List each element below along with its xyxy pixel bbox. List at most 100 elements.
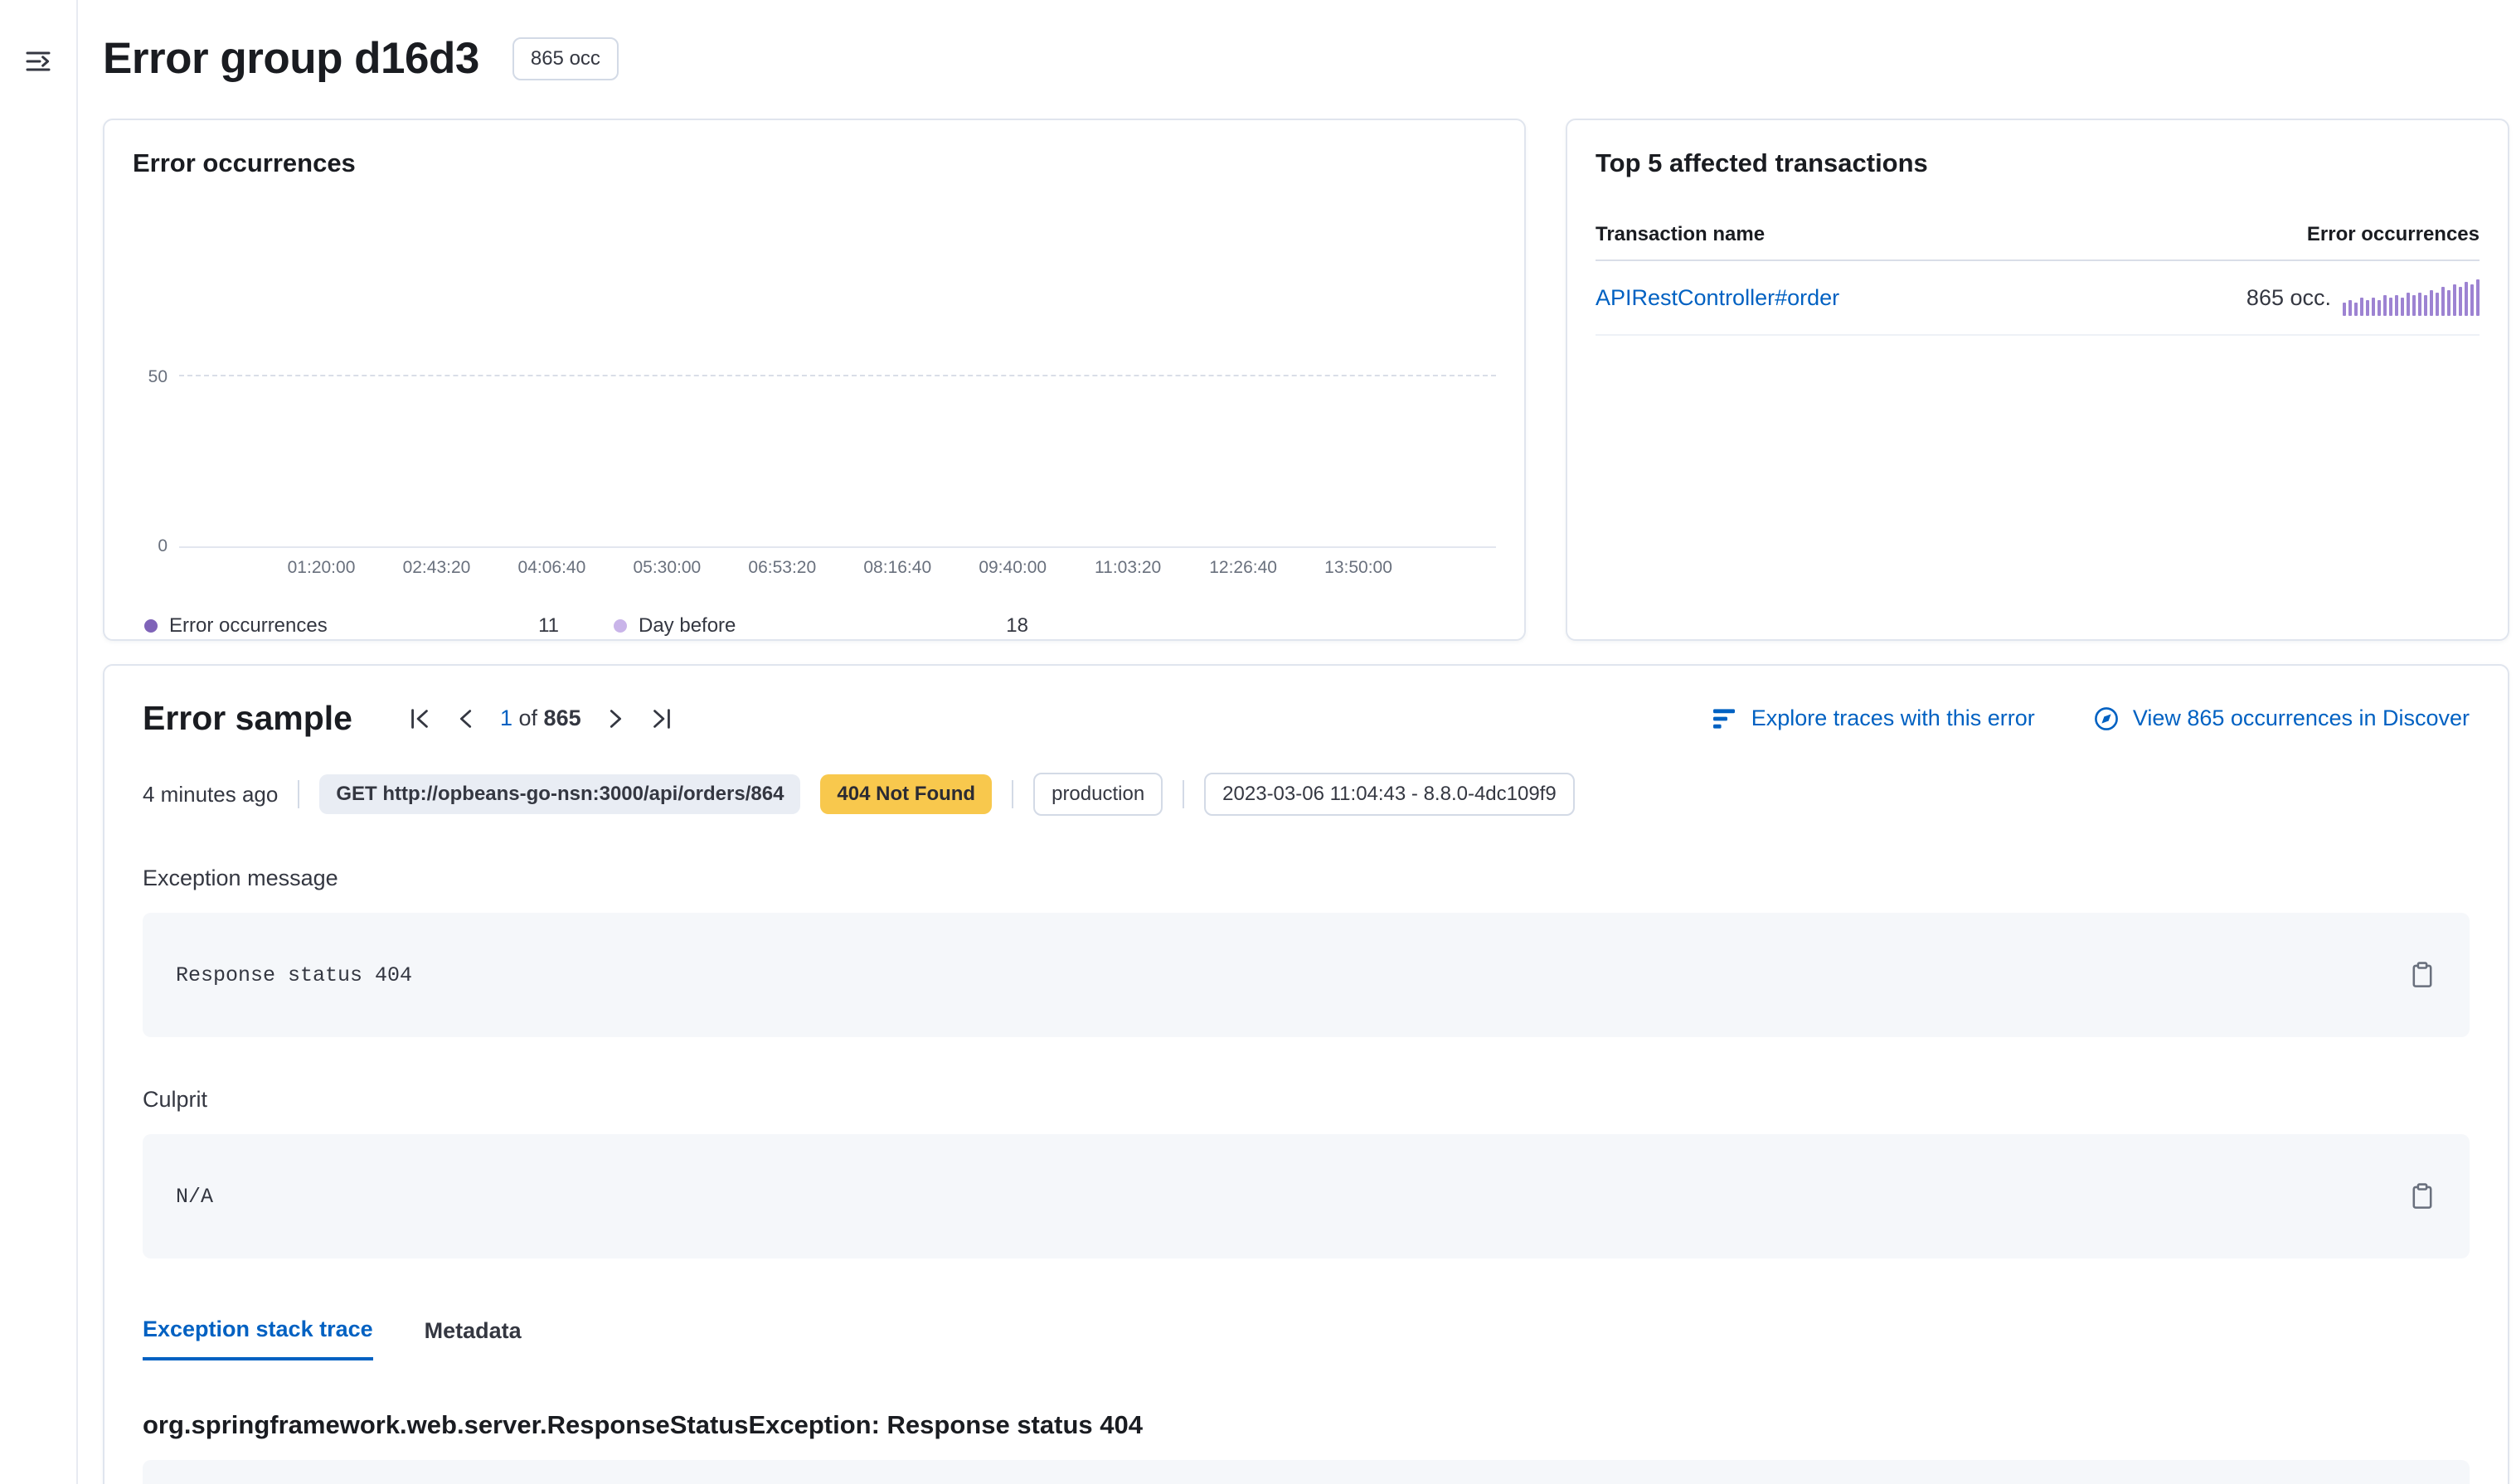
- legend-value: 18: [1006, 614, 1028, 638]
- legend-item-error-occurrences[interactable]: Error occurrences 11: [144, 614, 559, 638]
- copy-culprit-button[interactable]: [2408, 1182, 2436, 1210]
- legend-label: Error occurrences: [169, 614, 538, 638]
- sparkline-bar: [2436, 293, 2439, 316]
- request-method-url-badge: GET http://opbeans-go-nsn:3000/api/order…: [319, 774, 800, 814]
- x-tick-label: 06:53:20: [748, 558, 816, 578]
- last-page-icon: [649, 706, 674, 731]
- sparkline-bar: [2418, 293, 2421, 316]
- exception-message-block: Response status 404: [143, 913, 2470, 1037]
- culprit-label: Culprit: [143, 1087, 2470, 1113]
- sample-actions: Explore traces with this error View 865 …: [1712, 706, 2470, 732]
- meta-divider: [1183, 780, 1184, 808]
- transaction-link[interactable]: APIRestController#order: [1596, 285, 1839, 311]
- page-of-label: of: [519, 706, 538, 730]
- chart-legend: Error occurrences 11 Day before 18: [133, 614, 1496, 638]
- sparkline-bar: [2401, 298, 2404, 316]
- chevron-left-icon: [454, 706, 478, 731]
- x-tick-label: 01:20:00: [288, 558, 356, 578]
- x-tick-label: 13:50:00: [1324, 558, 1392, 578]
- error-occurrences-plot: [179, 206, 1496, 548]
- sparkline-bar: [2470, 284, 2474, 316]
- sparkline-bar: [2447, 290, 2450, 316]
- chart-y-axis: 50 0: [133, 206, 179, 548]
- trace-waterfall-icon: [1712, 706, 1738, 732]
- transactions-table-header: Transaction name Error occurrences: [1596, 211, 2480, 261]
- menu-right-icon: [25, 48, 51, 75]
- expand-menu-button[interactable]: [25, 48, 51, 75]
- chevron-right-icon: [603, 706, 628, 731]
- x-tick-label: 11:03:20: [1095, 558, 1161, 578]
- stack-trace-heading: org.springframework.web.server.ResponseS…: [143, 1410, 2470, 1440]
- sparkline-bar: [2383, 295, 2387, 316]
- compass-icon: [2093, 706, 2120, 732]
- explore-traces-button[interactable]: Explore traces with this error: [1712, 706, 2035, 732]
- current-page-number: 1: [500, 706, 512, 730]
- collapsed-nav-sidebar: [0, 0, 78, 1484]
- x-tick-label: 04:06:40: [518, 558, 586, 578]
- exception-message-label: Exception message: [143, 866, 2470, 891]
- sparkline-bar: [2441, 287, 2445, 316]
- chart-plot-wrap: 01:20:0002:43:2004:06:4005:30:0006:53:20…: [179, 206, 1496, 593]
- first-page-button[interactable]: [407, 706, 432, 731]
- sparkline-bar: [2378, 300, 2381, 316]
- error-sample-panel: Error sample 1 of 865: [103, 664, 2509, 1484]
- x-tick-label: 12:26:40: [1209, 558, 1277, 578]
- sparkline-bar: [2424, 295, 2427, 316]
- sparkline-bar: [2372, 298, 2375, 316]
- legend-dot-error-occurrences: [144, 619, 158, 633]
- meta-divider: [298, 780, 299, 808]
- error-occurrences-title: Error occurrences: [133, 148, 1496, 178]
- sparkline-bar: [2389, 298, 2392, 316]
- sparkline-bar: [2354, 303, 2358, 316]
- column-transaction-name: Transaction name: [1596, 223, 1765, 246]
- time-ago-text: 4 minutes ago: [143, 782, 278, 807]
- view-in-discover-label: View 865 occurrences in Discover: [2133, 706, 2470, 731]
- transaction-occurrences-cell: 865 occ.: [2246, 279, 2480, 316]
- x-tick-label: 08:16:40: [863, 558, 931, 578]
- affected-transactions-title: Top 5 affected transactions: [1596, 148, 2480, 178]
- legend-item-day-before[interactable]: Day before 18: [614, 614, 1028, 638]
- transaction-sparkline: [2343, 279, 2480, 316]
- meta-divider: [1012, 780, 1013, 808]
- main-content: Error group d16d3 865 occ Error occurren…: [80, 0, 2516, 1484]
- legend-value: 11: [538, 614, 559, 638]
- page-title: Error group d16d3: [103, 33, 479, 84]
- previous-page-button[interactable]: [454, 706, 478, 731]
- view-in-discover-button[interactable]: View 865 occurrences in Discover: [2093, 706, 2470, 732]
- error-occurrences-chart: 50 0 01:20:0002:43:2004:06:4005:30:0006:…: [133, 206, 1496, 593]
- column-error-occurrences: Error occurrences: [2307, 223, 2480, 246]
- table-row: APIRestController#order 865 occ.: [1596, 261, 2480, 336]
- page-header: Error group d16d3 865 occ: [103, 33, 2509, 84]
- tab-metadata[interactable]: Metadata: [425, 1317, 522, 1360]
- sparkline-bar: [2430, 290, 2433, 316]
- y-tick-50: 50: [148, 367, 168, 387]
- page-indicator: 1 of 865: [500, 706, 581, 731]
- total-pages: 865: [544, 706, 581, 730]
- legend-label: Day before: [639, 614, 1006, 638]
- last-page-button[interactable]: [649, 706, 674, 731]
- error-sample-title: Error sample: [143, 699, 352, 738]
- environment-badge: production: [1033, 773, 1163, 816]
- sparkline-bar: [2476, 279, 2480, 316]
- error-sample-header: Error sample 1 of 865: [143, 699, 2470, 738]
- sparkline-bar: [2343, 303, 2346, 316]
- sparkline-bar: [2360, 298, 2363, 316]
- timestamp-version-badge: 2023-03-06 11:04:43 - 8.8.0-4dc109f9: [1204, 773, 1575, 816]
- sample-meta-row: 4 minutes ago GET http://opbeans-go-nsn:…: [143, 773, 2470, 816]
- culprit-value: N/A: [176, 1185, 213, 1209]
- chart-gridline-50: [179, 375, 1496, 376]
- affected-transactions-panel: Top 5 affected transactions Transaction …: [1566, 119, 2509, 641]
- sample-pagination: 1 of 865: [407, 706, 674, 731]
- sparkline-bar: [2348, 300, 2352, 316]
- x-axis: 01:20:0002:43:2004:06:4005:30:0006:53:20…: [179, 558, 1496, 593]
- error-occurrences-panel: Error occurrences 50 0 01:20:0002:43:200…: [103, 119, 1526, 641]
- sparkline-bar: [2459, 287, 2462, 316]
- first-page-icon: [407, 706, 432, 731]
- copy-exception-message-button[interactable]: [2408, 961, 2436, 989]
- next-page-button[interactable]: [603, 706, 628, 731]
- occurrence-count-badge: 865 occ: [512, 37, 619, 80]
- explore-traces-label: Explore traces with this error: [1751, 706, 2035, 731]
- tab-exception-stack-trace[interactable]: Exception stack trace: [143, 1317, 373, 1360]
- clipboard-icon: [2408, 1182, 2436, 1210]
- sparkline-bar: [2395, 295, 2398, 316]
